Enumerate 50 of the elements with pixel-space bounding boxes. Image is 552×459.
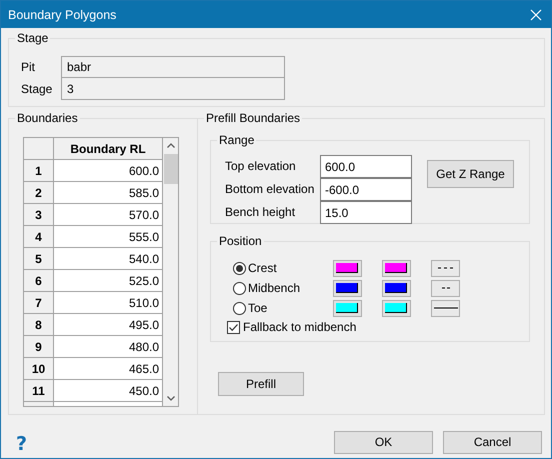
scroll-thumb[interactable]: [163, 154, 178, 184]
field-label: Stage: [20, 82, 54, 96]
help-icon[interactable]: ?: [16, 433, 28, 455]
row-header[interactable]: 10: [24, 358, 54, 380]
radio-option[interactable]: Crest: [219, 261, 333, 275]
row-header[interactable]: 11: [24, 380, 54, 402]
radio-button[interactable]: [233, 262, 246, 274]
group-label: Prefill Boundaries: [206, 111, 300, 125]
field-label: Bottom elevation: [225, 181, 316, 198]
row-header[interactable]: 8: [24, 314, 54, 336]
field-label: Top elevation: [225, 158, 297, 175]
vertical-scrollbar[interactable]: [163, 138, 178, 406]
input-field[interactable]: 15.0: [320, 201, 412, 224]
input-field[interactable]: 600.0: [320, 155, 412, 178]
group-label: Stage: [17, 31, 48, 45]
dialog-button[interactable]: OK: [334, 430, 433, 454]
field-label: Pit: [20, 60, 36, 74]
readonly-field: babr: [61, 56, 285, 78]
group-label: Position: [219, 234, 262, 248]
checkbox-option[interactable]: Fallback to midbench: [227, 320, 521, 334]
get-z-range-button[interactable]: Get Z Range: [427, 160, 514, 188]
dialog-button[interactable]: Cancel: [443, 430, 542, 454]
group-label: Range: [219, 133, 254, 147]
line-style-button[interactable]: [431, 300, 460, 316]
column-header[interactable]: Boundary RL: [54, 138, 163, 160]
radio-option[interactable]: Midbench: [219, 281, 333, 295]
color-swatch[interactable]: [333, 300, 362, 316]
radio-button[interactable]: [233, 302, 246, 314]
prefill-button[interactable]: Prefill: [218, 372, 304, 396]
row-header[interactable]: 9: [24, 336, 54, 358]
radio-option[interactable]: Toe: [219, 301, 333, 315]
readonly-field: 3: [61, 78, 285, 100]
row-header[interactable]: 1: [24, 160, 54, 182]
input-field[interactable]: -600.0: [320, 178, 412, 201]
row-header[interactable]: 5: [24, 248, 54, 270]
row-header[interactable]: 6: [24, 270, 54, 292]
group-label: Boundaries: [17, 111, 78, 125]
row-header[interactable]: 2: [24, 182, 54, 204]
row-header[interactable]: 7: [24, 292, 54, 314]
radio-button[interactable]: [233, 282, 246, 294]
color-swatch[interactable]: [333, 260, 362, 276]
color-swatch[interactable]: [382, 260, 411, 276]
field-label: Bench height: [225, 204, 296, 221]
row-header[interactable]: 4: [24, 226, 54, 248]
color-swatch[interactable]: [333, 280, 362, 296]
color-swatch[interactable]: [382, 300, 411, 316]
window-title: Boundary Polygons: [8, 8, 116, 22]
checkbox[interactable]: [227, 320, 240, 334]
color-swatch[interactable]: [382, 280, 411, 296]
row-header[interactable]: 3: [24, 204, 54, 226]
